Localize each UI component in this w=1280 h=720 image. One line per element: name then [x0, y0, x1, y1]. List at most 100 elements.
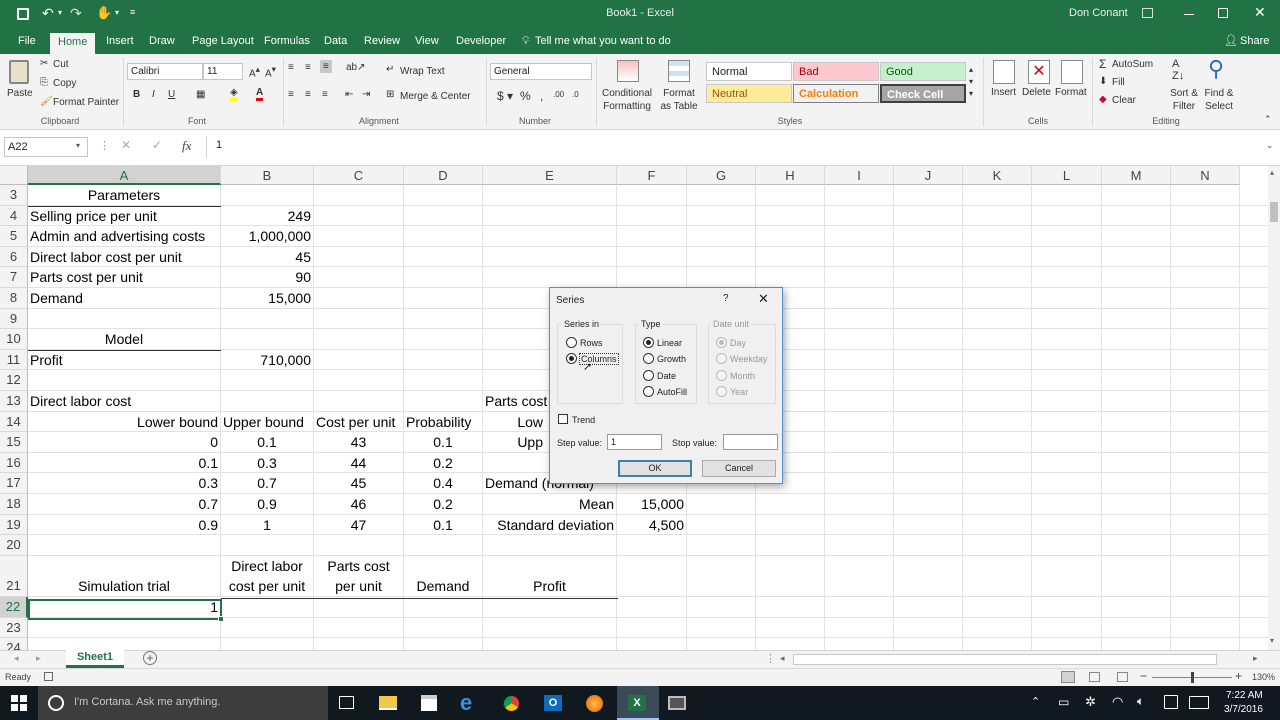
cell-a3[interactable]: Parameters — [30, 186, 218, 205]
row-header-6[interactable]: 6 — [0, 246, 28, 268]
cell-e19[interactable]: Standard deviation — [485, 516, 614, 535]
app-window-icon[interactable] — [668, 696, 686, 710]
column-header-n[interactable]: N — [1171, 166, 1240, 185]
font-size-select[interactable]: 11 — [203, 63, 243, 80]
cell-e18[interactable]: Mean — [485, 495, 614, 514]
style-good[interactable]: Good — [880, 62, 966, 81]
row-header-8[interactable]: 8 — [0, 288, 28, 309]
row-header-4[interactable]: 4 — [0, 205, 28, 227]
rows-radio[interactable] — [566, 337, 577, 348]
style-bad[interactable]: Bad — [793, 62, 879, 81]
linear-radio[interactable] — [643, 337, 654, 348]
decrease-decimal-icon[interactable]: .0 — [572, 90, 579, 99]
row-header-18[interactable]: 18 — [0, 494, 28, 515]
step-value-input[interactable]: 1 — [607, 434, 662, 450]
tray-chevron-icon[interactable]: ⌃ — [1031, 695, 1040, 708]
decrease-indent-icon[interactable]: ⇤ — [345, 89, 353, 100]
linear-label[interactable]: Linear — [657, 338, 682, 348]
align-right-icon[interactable]: ≡ — [322, 89, 328, 100]
cancel-entry-icon[interactable]: ✕ — [121, 138, 131, 152]
tray-keyboard-icon[interactable] — [1189, 696, 1209, 709]
scroll-thumb[interactable] — [1270, 202, 1278, 222]
column-header-k[interactable]: K — [963, 166, 1032, 185]
cell-e13[interactable]: Parts cost — [485, 392, 547, 411]
cell-d14[interactable]: Probability — [406, 413, 471, 432]
cell-b6[interactable]: 45 — [223, 248, 311, 267]
row-header-19[interactable]: 19 — [0, 514, 28, 536]
row-header-3[interactable]: 3 — [0, 185, 28, 206]
column-header-m[interactable]: M — [1102, 166, 1171, 185]
rows-label[interactable]: Rows — [580, 338, 603, 348]
cell-b4[interactable]: 249 — [223, 207, 311, 226]
row-header-22[interactable]: 22 — [0, 597, 28, 618]
cut-button[interactable]: Cut — [53, 59, 69, 70]
tab-review[interactable]: Review — [362, 30, 402, 54]
tray-network-drive-icon[interactable]: ▭ — [1058, 695, 1069, 709]
row-header-10[interactable]: 10 — [0, 329, 28, 350]
borders-icon[interactable]: ▦ — [196, 89, 205, 100]
ribbon-display-options-icon[interactable] — [1142, 8, 1153, 18]
tray-volume-icon[interactable]: 🔈︎ — [1137, 694, 1144, 709]
cell-c18[interactable]: 46 — [316, 495, 401, 514]
tab-draw[interactable]: Draw — [147, 30, 177, 54]
cell-b14[interactable]: Upper bound — [223, 413, 304, 432]
help-button[interactable]: ? — [723, 293, 729, 304]
cell-d16[interactable]: 0.2 — [406, 454, 480, 473]
tray-time[interactable]: 7:22 AM — [1226, 690, 1263, 701]
clear-button[interactable]: Clear — [1112, 95, 1136, 106]
grow-font-icon[interactable]: A▴ — [249, 64, 260, 79]
column-header-a[interactable]: A — [28, 166, 221, 185]
windows-start-icon[interactable] — [11, 695, 27, 711]
style-check-cell[interactable]: Check Cell — [880, 84, 966, 103]
tab-page-layout[interactable]: Page Layout — [190, 30, 256, 54]
sheet-tab-sheet1[interactable]: Sheet1 — [66, 650, 124, 668]
trend-checkbox[interactable] — [558, 414, 568, 424]
vertical-scrollbar[interactable]: ▴ ▾ — [1268, 166, 1280, 650]
page-layout-view-icon[interactable] — [1089, 672, 1100, 682]
style-calculation[interactable]: Calculation — [793, 84, 879, 103]
insert-function-icon[interactable]: fx — [182, 138, 191, 154]
cell-a10[interactable]: Model — [30, 330, 218, 349]
tab-formulas[interactable]: Formulas — [262, 30, 312, 54]
cell-a18[interactable]: 0.7 — [30, 495, 218, 514]
scroll-down-icon[interactable]: ▾ — [1270, 636, 1274, 645]
find-select-button[interactable]: Find & Select — [1200, 87, 1238, 113]
autofill-label[interactable]: AutoFill — [657, 387, 687, 397]
date-label[interactable]: Date — [657, 371, 676, 381]
next-sheet-icon[interactable]: ▸ — [36, 653, 41, 664]
cell-c21b[interactable]: per unit — [316, 577, 401, 596]
autosum-button[interactable]: AutoSum — [1112, 59, 1153, 70]
outlook-icon[interactable]: O — [544, 695, 562, 711]
row-header-5[interactable]: 5 — [0, 226, 28, 247]
cell-d21[interactable]: Demand — [406, 577, 480, 596]
tab-view[interactable]: View — [413, 30, 441, 54]
cell-d18[interactable]: 0.2 — [406, 495, 480, 514]
cell-b18[interactable]: 0.9 — [223, 495, 311, 514]
cell-c19[interactable]: 47 — [316, 516, 401, 535]
cell-e21[interactable]: Profit — [485, 577, 614, 596]
column-header-e[interactable]: E — [483, 166, 617, 185]
columns-radio[interactable] — [566, 353, 577, 364]
trend-label[interactable]: Trend — [572, 415, 595, 425]
cell-a4[interactable]: Selling price per unit — [30, 207, 157, 226]
styles-scroll-icon[interactable]: ▴ ▾ ▾ — [969, 64, 973, 100]
middle-align-icon[interactable]: ≡ — [305, 62, 311, 73]
cell-e15[interactable]: Upp — [485, 433, 543, 452]
ok-button[interactable]: OK — [618, 460, 692, 477]
format-cells-icon[interactable] — [1061, 60, 1083, 84]
delete-cells-icon[interactable]: ✕ — [1028, 60, 1050, 84]
sort-filter-button[interactable]: Sort & Filter — [1166, 87, 1202, 113]
hscroll-left-icon[interactable]: ◂ — [780, 653, 785, 664]
insert-cells-icon[interactable] — [993, 60, 1015, 84]
merge-center-button[interactable]: Merge & Center — [400, 91, 471, 102]
increase-decimal-icon[interactable]: .00 — [553, 90, 564, 99]
tray-settings-icon[interactable]: ✲ — [1085, 694, 1096, 710]
bottom-align-icon[interactable]: ≡ — [320, 60, 332, 73]
firefox-icon[interactable] — [586, 695, 603, 712]
align-center-icon[interactable]: ≡ — [305, 89, 311, 100]
autofill-radio[interactable] — [643, 386, 654, 397]
find-select-icon[interactable]: ⚲ — [1208, 56, 1224, 82]
format-cells-button[interactable]: Format — [1055, 87, 1087, 98]
name-box-dropdown-icon[interactable]: ▾ — [76, 141, 80, 150]
format-as-table-button[interactable]: Format as Table — [657, 87, 701, 113]
